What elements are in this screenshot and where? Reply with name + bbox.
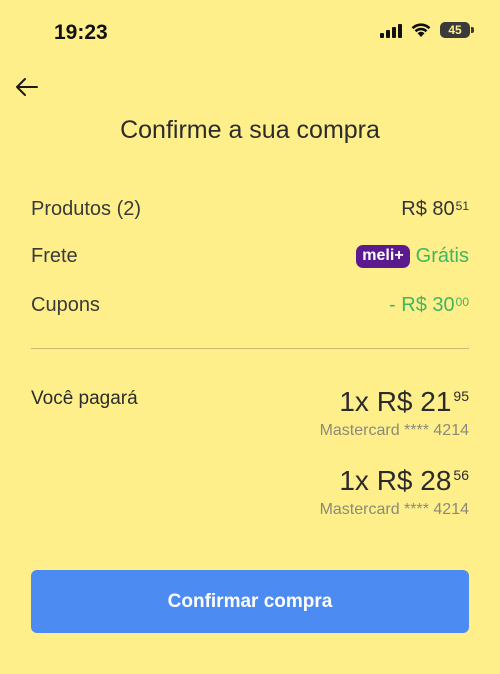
status-time: 19:23 bbox=[54, 21, 108, 44]
status-bar: 19:23 45 bbox=[0, 0, 500, 64]
divider bbox=[31, 348, 469, 349]
products-row: Produtos (2) R$ 80 51 bbox=[31, 194, 469, 224]
battery-icon: 45 bbox=[440, 22, 474, 38]
battery-level: 45 bbox=[448, 23, 462, 37]
shipping-row: Frete meli+ Grátis bbox=[31, 241, 469, 271]
installment-2-amount-cents: 56 bbox=[453, 467, 469, 483]
installment-1-amount-cents: 95 bbox=[453, 388, 469, 404]
shipping-label: Frete bbox=[31, 244, 78, 267]
installment-2-amount-main: 1x R$ 28 bbox=[339, 465, 452, 496]
installment-2-card: Mastercard **** 4214 bbox=[319, 501, 469, 518]
coupons-amount-cents: 00 bbox=[455, 294, 469, 309]
payment-label: Você pagará bbox=[31, 388, 138, 409]
page-title: Confirme a sua compra bbox=[120, 116, 380, 144]
installment-1-card: Mastercard **** 4214 bbox=[319, 422, 469, 439]
installment-2-amount: 1x R$ 28 56 bbox=[320, 465, 469, 497]
shipping-value: Grátis bbox=[415, 244, 469, 267]
meli-plus-badge: meli+ bbox=[356, 244, 410, 268]
shipping-amount: meli+ Grátis bbox=[356, 244, 469, 268]
cellular-signal-icon bbox=[380, 22, 402, 38]
coupons-row: Cupons - R$ 30 00 bbox=[31, 290, 469, 320]
coupons-amount-main: - R$ 30 bbox=[389, 293, 455, 316]
products-amount: R$ 80 51 bbox=[401, 198, 469, 221]
installment-1-amount: 1x R$ 21 95 bbox=[320, 386, 469, 418]
installment-1: 1x R$ 21 95 Mastercard **** 4214 bbox=[320, 386, 469, 440]
installment-1-amount-main: 1x R$ 21 bbox=[339, 386, 452, 417]
status-icons: 45 bbox=[380, 22, 474, 38]
installment-2: 1x R$ 28 56 Mastercard **** 4214 bbox=[320, 465, 469, 519]
products-label: Produtos (2) bbox=[31, 197, 142, 220]
back-arrow-icon bbox=[16, 78, 38, 96]
coupons-label: Cupons bbox=[31, 293, 100, 316]
products-amount-cents: 51 bbox=[455, 198, 469, 213]
confirm-purchase-button[interactable]: Confirmar compra bbox=[31, 570, 469, 633]
wifi-icon bbox=[411, 23, 431, 37]
coupons-amount: - R$ 30 00 bbox=[389, 294, 469, 317]
back-button[interactable] bbox=[14, 74, 40, 100]
products-amount-main: R$ 80 bbox=[401, 197, 455, 220]
